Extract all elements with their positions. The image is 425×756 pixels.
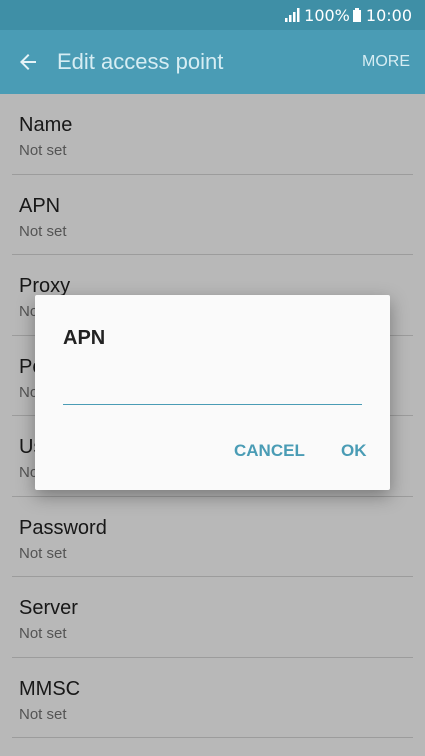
battery-percent: 100%: [304, 5, 350, 25]
battery-icon: [352, 8, 361, 22]
more-button[interactable]: MORE: [362, 53, 410, 71]
app-bar: Edit access point MORE: [0, 30, 425, 94]
status-time: 10:00: [365, 5, 412, 25]
signal-icon: [285, 8, 300, 22]
cancel-button[interactable]: CANCEL: [234, 441, 305, 461]
apn-dialog: APN CANCEL OK: [35, 295, 390, 490]
ok-button[interactable]: OK: [341, 441, 367, 461]
apn-input[interactable]: [63, 373, 362, 405]
dialog-title: APN: [63, 327, 106, 349]
status-indicators: 100% 10:00: [285, 5, 412, 25]
page-title: Edit access point: [57, 49, 224, 74]
status-bar: 100% 10:00: [0, 0, 425, 30]
back-arrow-icon[interactable]: [16, 50, 40, 74]
